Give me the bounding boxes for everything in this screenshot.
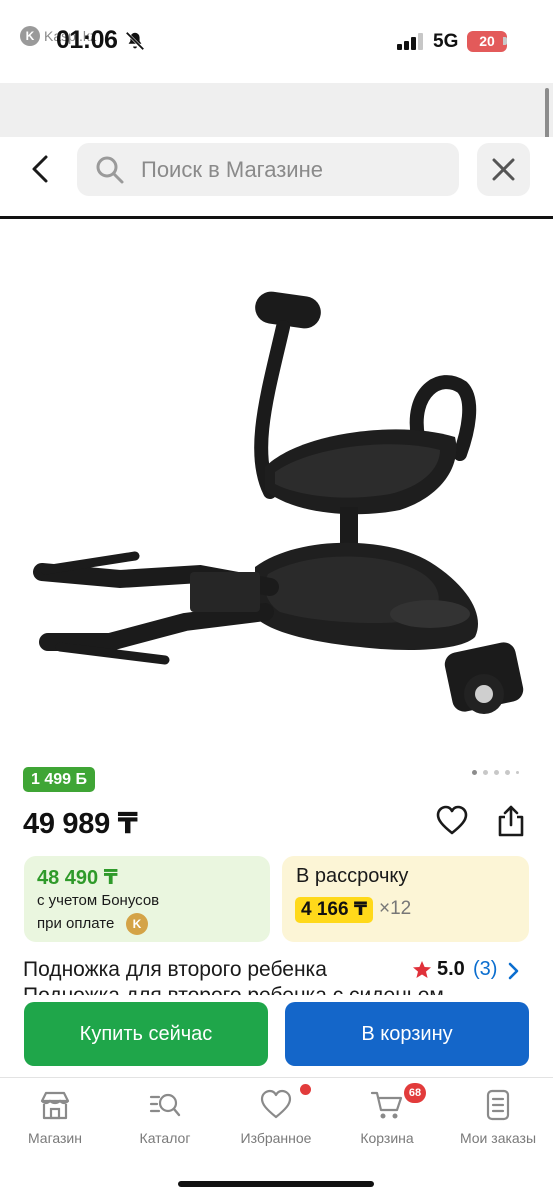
gallery-dot[interactable] [494, 770, 499, 775]
cart-icon [370, 1091, 403, 1119]
installment-monthly-payment: 4 166 ₸ [295, 897, 374, 923]
back-chevron-icon[interactable] [24, 151, 60, 187]
installment-months: ×12 [379, 898, 412, 919]
nav-label-orders: Мои заказы [459, 1130, 537, 1146]
nav-label-shop: Магазин [27, 1130, 82, 1146]
nav-item-orders[interactable]: Мои заказы [443, 1088, 553, 1158]
product-title-row: Подножка для второго ребенка Подножка дл… [0, 955, 553, 995]
bonus-price-card[interactable]: 48 490 ₸ с учетом Бонусов при оплате K [24, 856, 270, 942]
favorites-notification-dot [300, 1084, 311, 1095]
gallery-dot-active[interactable] [472, 770, 477, 775]
browser-toolbar-band [0, 83, 553, 137]
search-header [0, 137, 553, 219]
orders-icon [486, 1089, 510, 1121]
signal-icon [397, 33, 423, 50]
shop-icon [40, 1091, 70, 1120]
product-title-second-line: Подножка для второго ребенка с сиденьем [23, 984, 444, 995]
status-bar: K Kaspi.kz 01:06 5G 20 [0, 0, 553, 82]
nav-label-favorites: Избранное [240, 1130, 312, 1146]
gallery-dot[interactable] [483, 770, 488, 775]
clear-search-button[interactable] [477, 143, 530, 196]
bonus-badge: 1 499 Б [23, 767, 95, 792]
share-icon[interactable] [494, 804, 528, 838]
add-to-cart-button[interactable]: В корзину [285, 1002, 529, 1066]
gallery-pagination[interactable] [472, 770, 527, 778]
search-input[interactable] [141, 143, 441, 196]
battery-indicator: 20 [467, 31, 507, 52]
search-box[interactable] [77, 143, 459, 196]
nav-item-cart[interactable]: Корзина [332, 1088, 442, 1158]
chevron-right-icon[interactable] [506, 961, 520, 981]
heart-icon [260, 1089, 292, 1119]
product-image[interactable] [0, 222, 553, 757]
catalog-search-icon [149, 1093, 181, 1117]
product-title: Подножка для второго ребенка [23, 958, 327, 981]
nav-item-favorites[interactable]: Избранное [221, 1088, 331, 1158]
nav-item-catalog[interactable]: Каталог [110, 1088, 220, 1158]
bonus-price: 48 490 ₸ [37, 867, 118, 889]
kaspi-logo-icon: K [20, 26, 40, 46]
home-indicator[interactable] [178, 1181, 374, 1187]
bell-muted-icon [125, 31, 145, 51]
nav-label-catalog: Каталог [139, 1130, 191, 1146]
close-icon [492, 158, 515, 181]
network-type: 5G [433, 31, 459, 52]
favorite-heart-icon[interactable] [435, 804, 469, 838]
bonus-note-line2: при оплате [37, 915, 115, 932]
bonus-note-line1: с учетом Бонусов [37, 892, 160, 909]
gallery-dot[interactable] [516, 771, 519, 774]
gallery-dot[interactable] [505, 770, 510, 775]
status-time: 01:06 [56, 26, 118, 54]
kaspi-bonus-coin-icon: K [126, 913, 148, 935]
reviews-count-link[interactable]: (3) [473, 958, 497, 981]
rating-value[interactable]: 5.0 [437, 958, 465, 981]
cart-count-badge: 68 [404, 1083, 426, 1103]
product-price: 49 989 ₸ [23, 808, 138, 840]
search-icon [96, 156, 124, 184]
star-icon [413, 961, 431, 978]
nav-item-shop[interactable]: Магазин [0, 1088, 110, 1158]
battery-cap [503, 37, 507, 45]
stroller-board-illustration [33, 291, 524, 714]
nav-label-cart: Корзина [360, 1130, 414, 1146]
buy-now-button[interactable]: Купить сейчас [24, 1002, 268, 1066]
installment-card[interactable]: В рассрочку 4 166 ₸ ×12 [282, 856, 529, 942]
installment-title: В рассрочку [296, 865, 409, 887]
